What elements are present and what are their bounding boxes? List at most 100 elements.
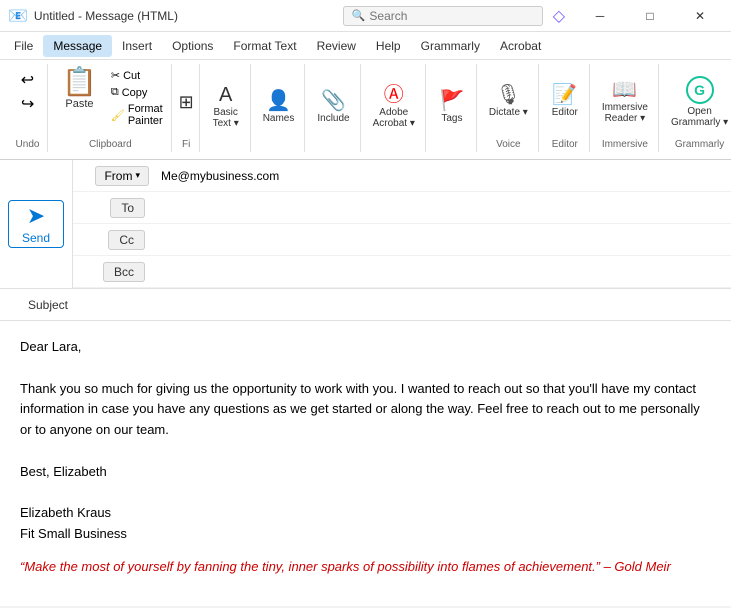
editor-label: Editor bbox=[552, 107, 578, 118]
open-grammarly-button[interactable]: G OpenGrammarly ▾ bbox=[665, 72, 731, 132]
menu-message[interactable]: Message bbox=[43, 35, 112, 57]
paste-button[interactable]: 📋 Paste bbox=[54, 64, 105, 114]
menu-bar: File Message Insert Options Format Text … bbox=[0, 32, 731, 60]
tags-button[interactable]: 🚩 Tags bbox=[432, 87, 472, 128]
undo-button[interactable]: ↩ bbox=[15, 68, 40, 92]
from-label-area: From ▾ bbox=[73, 166, 153, 186]
immersive-reader-button[interactable]: 📖 ImmersiveReader ▾ bbox=[596, 76, 654, 128]
compose-area: ➤ Send From ▾ To bbox=[0, 160, 731, 606]
cut-label: Cut bbox=[123, 70, 140, 82]
cc-label-area: Cc bbox=[73, 224, 153, 255]
dictate-group-label: Voice bbox=[496, 139, 520, 152]
format-painter-button[interactable]: 🖌 Format Painter bbox=[107, 102, 167, 128]
subject-input[interactable] bbox=[80, 298, 731, 312]
ribbon-group-basic-text: A BasicText ▾ bbox=[202, 64, 251, 152]
fi-button[interactable]: ⊞ bbox=[174, 91, 198, 113]
grammarly-label: OpenGrammarly ▾ bbox=[671, 106, 728, 128]
redo-button[interactable]: ↩ bbox=[15, 92, 40, 116]
search-input[interactable] bbox=[369, 9, 519, 23]
menu-grammarly[interactable]: Grammarly bbox=[411, 35, 490, 57]
editor-button[interactable]: 📝 Editor bbox=[545, 81, 585, 122]
search-box[interactable]: 🔍 bbox=[343, 6, 543, 26]
bcc-button[interactable]: Bcc bbox=[103, 262, 145, 282]
adobe-label: AdobeAcrobat ▾ bbox=[373, 107, 415, 129]
closing: Best, Elizabeth bbox=[20, 462, 711, 483]
grammarly-group-label: Grammarly bbox=[675, 139, 724, 152]
cc-input[interactable] bbox=[153, 224, 731, 255]
adobe-acrobat-button[interactable]: Ⓐ AdobeAcrobat ▾ bbox=[367, 81, 421, 133]
names-label: Names bbox=[263, 113, 295, 124]
send-button-area: ➤ Send bbox=[0, 160, 73, 288]
include-icon: 📎 bbox=[321, 91, 346, 111]
subject-label: Subject bbox=[0, 298, 80, 312]
window-title: Untitled - Message (HTML) bbox=[34, 9, 343, 23]
bcc-label-area: Bcc bbox=[73, 256, 153, 287]
menu-insert[interactable]: Insert bbox=[112, 35, 162, 57]
ribbon-group-names: 👤 Names bbox=[253, 64, 306, 152]
copy-button[interactable]: ⧉ Copy bbox=[107, 85, 167, 100]
basic-text-button[interactable]: A BasicText ▾ bbox=[206, 81, 246, 133]
cut-button[interactable]: ✂ Cut bbox=[107, 68, 167, 83]
to-input[interactable] bbox=[153, 192, 731, 223]
grammarly-icon: G bbox=[686, 76, 714, 104]
undo-group-label: Undo bbox=[16, 139, 40, 152]
dictate-button[interactable]: 🎙 Dictate ▾ bbox=[483, 81, 534, 122]
ribbon-group-fi: ⊞ Fi bbox=[174, 64, 200, 152]
clipboard-group-label: Clipboard bbox=[89, 139, 132, 152]
editor-group-label: Editor bbox=[552, 139, 578, 152]
menu-help[interactable]: Help bbox=[366, 35, 411, 57]
include-label: Include bbox=[317, 113, 349, 124]
maximize-button[interactable]: □ bbox=[627, 0, 673, 32]
bcc-row: Bcc bbox=[73, 256, 731, 288]
from-dropdown-button[interactable]: From ▾ bbox=[95, 166, 149, 186]
subject-row: Subject bbox=[0, 289, 731, 321]
include-button[interactable]: 📎 Include bbox=[311, 87, 355, 128]
dictate-icon: 🎙 bbox=[496, 85, 521, 105]
copy-label: Copy bbox=[122, 87, 148, 99]
adobe-icon: Ⓐ bbox=[384, 85, 404, 105]
cc-row: Cc bbox=[73, 224, 731, 256]
ribbon-group-undo: ↩ ↩ Undo bbox=[8, 64, 48, 152]
email-body[interactable]: Dear Lara, Thank you so much for giving … bbox=[0, 321, 731, 594]
body-paragraph1: Thank you so much for giving us the oppo… bbox=[20, 379, 711, 441]
immersive-group-label: Immersive bbox=[602, 139, 648, 152]
ribbon-group-clipboard: 📋 Paste ✂ Cut ⧉ Copy 🖌 Format Painter Cl… bbox=[50, 64, 172, 152]
cc-button[interactable]: Cc bbox=[108, 230, 145, 250]
ribbon-group-include: 📎 Include bbox=[307, 64, 360, 152]
sig-company: Fit Small Business bbox=[20, 524, 711, 545]
send-button[interactable]: ➤ Send bbox=[8, 200, 64, 248]
basic-text-label: BasicText ▾ bbox=[213, 107, 239, 129]
diamond-icon: ◇ bbox=[553, 6, 565, 26]
tags-label: Tags bbox=[441, 113, 462, 124]
menu-format-text[interactable]: Format Text bbox=[223, 35, 306, 57]
minimize-button[interactable]: ─ bbox=[577, 0, 623, 32]
app-icon: 📧 bbox=[8, 6, 28, 26]
names-icon: 👤 bbox=[266, 91, 291, 111]
cut-icon: ✂ bbox=[111, 69, 120, 82]
from-input[interactable] bbox=[153, 160, 731, 191]
copy-icon: ⧉ bbox=[111, 86, 119, 99]
window-controls[interactable]: ─ □ ✕ bbox=[577, 0, 723, 32]
to-label-area: To bbox=[73, 192, 153, 223]
greeting: Dear Lara, bbox=[20, 337, 711, 358]
send-label: Send bbox=[22, 231, 50, 245]
ribbon: ↩ ↩ Undo 📋 Paste ✂ Cut ⧉ Copy 🖌 bbox=[0, 60, 731, 160]
bcc-input[interactable] bbox=[153, 256, 731, 287]
menu-file[interactable]: File bbox=[4, 35, 43, 57]
ribbon-group-adobe: Ⓐ AdobeAcrobat ▾ bbox=[363, 64, 426, 152]
from-chevron-icon: ▾ bbox=[135, 170, 140, 181]
menu-acrobat[interactable]: Acrobat bbox=[490, 35, 551, 57]
menu-options[interactable]: Options bbox=[162, 35, 223, 57]
paste-label: Paste bbox=[65, 98, 93, 110]
immersive-icon: 📖 bbox=[612, 80, 637, 100]
close-button[interactable]: ✕ bbox=[677, 0, 723, 32]
ribbon-group-dictate: 🎙 Dictate ▾ Voice bbox=[479, 64, 539, 152]
names-button[interactable]: 👤 Names bbox=[257, 87, 301, 128]
fi-group-label: Fi bbox=[182, 139, 190, 152]
from-label-text: From bbox=[104, 169, 132, 183]
menu-review[interactable]: Review bbox=[307, 35, 366, 57]
format-painter-icon: 🖌 bbox=[111, 109, 125, 122]
to-button[interactable]: To bbox=[110, 198, 145, 218]
to-row: To bbox=[73, 192, 731, 224]
ribbon-group-grammarly: G OpenGrammarly ▾ Grammarly bbox=[661, 64, 731, 152]
